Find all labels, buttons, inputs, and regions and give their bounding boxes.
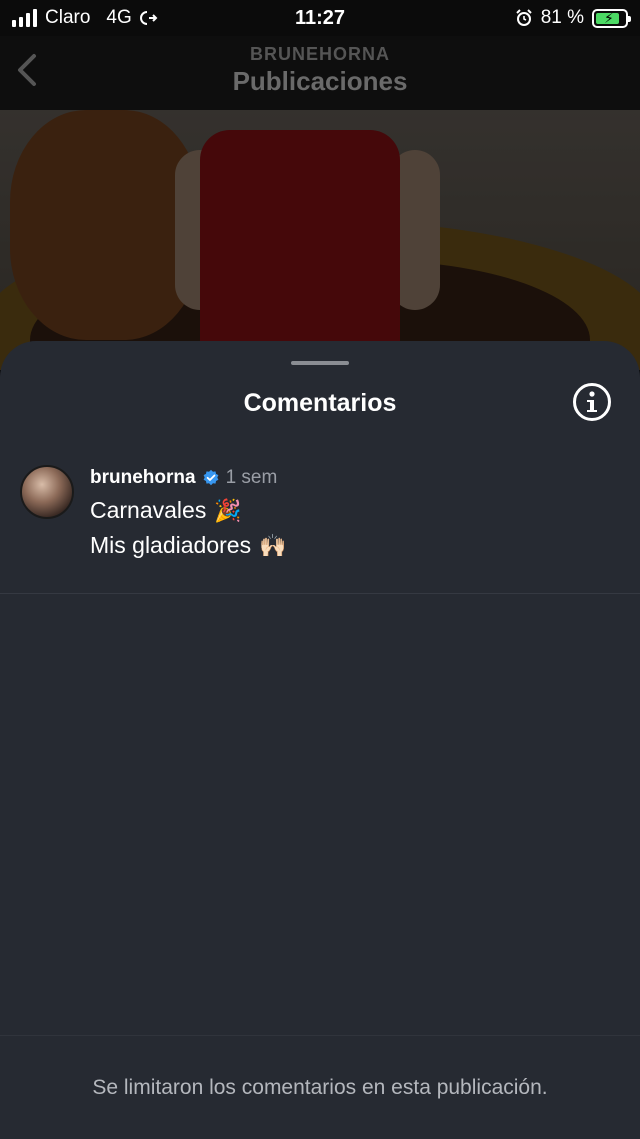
info-icon [587,391,597,412]
post-image[interactable] [0,110,640,370]
alarm-icon [515,9,532,26]
raising-hands-icon: 🙌🏻 [259,532,287,558]
info-button[interactable] [573,383,611,421]
comment-item: brunehorna 1 sem Carnavales 🎉 Mis gladia… [20,465,620,559]
page-title: Publicaciones [232,66,408,96]
status-left: Claro 4G [12,7,158,29]
comment-time: 1 sem [225,467,278,488]
comment-line-1: Carnavales 🎉 [90,497,287,524]
photo-dim-overlay [0,110,640,370]
party-popper-icon: 🎉 [214,497,242,523]
battery-icon: ⚡ [592,8,631,28]
network-type: 4G [106,7,132,28]
comments-limited-footer: Se limitaron los comentarios en esta pub… [0,1035,640,1139]
comment-text-1: Carnavales [90,497,207,523]
avatar[interactable] [20,465,74,519]
battery-percent: 81 % [540,7,584,28]
sheet-grabber[interactable] [291,361,349,365]
comment-body: brunehorna 1 sem Carnavales 🎉 Mis gladia… [90,465,287,559]
charging-bolt-icon: ⚡ [604,9,614,26]
status-bar: Claro 4G 11:27 81 % ⚡ [0,0,640,36]
signal-icon [12,9,37,27]
header-username: BRUNEHORNA [250,44,390,64]
footer-text: Se limitaron los comentarios en esta pub… [92,1075,548,1099]
comment-line-2: Mis gladiadores 🙌🏻 [90,532,287,559]
status-right: 81 % ⚡ [515,7,631,29]
divider [0,593,640,594]
comments-sheet: Comentarios brunehorna 1 sem Carnavales … [0,341,640,1139]
comment-username[interactable]: brunehorna [90,467,196,489]
clock: 11:27 [294,6,346,29]
carrier-name: Claro [45,7,91,28]
verified-badge-icon [203,469,218,486]
nav-header: BRUNEHORNA Publicaciones [0,36,640,110]
call-forward-icon [139,11,158,25]
comment-text-2: Mis gladiadores [90,532,252,558]
comment-header: brunehorna 1 sem [90,467,287,489]
sheet-title: Comentarios [243,389,397,417]
